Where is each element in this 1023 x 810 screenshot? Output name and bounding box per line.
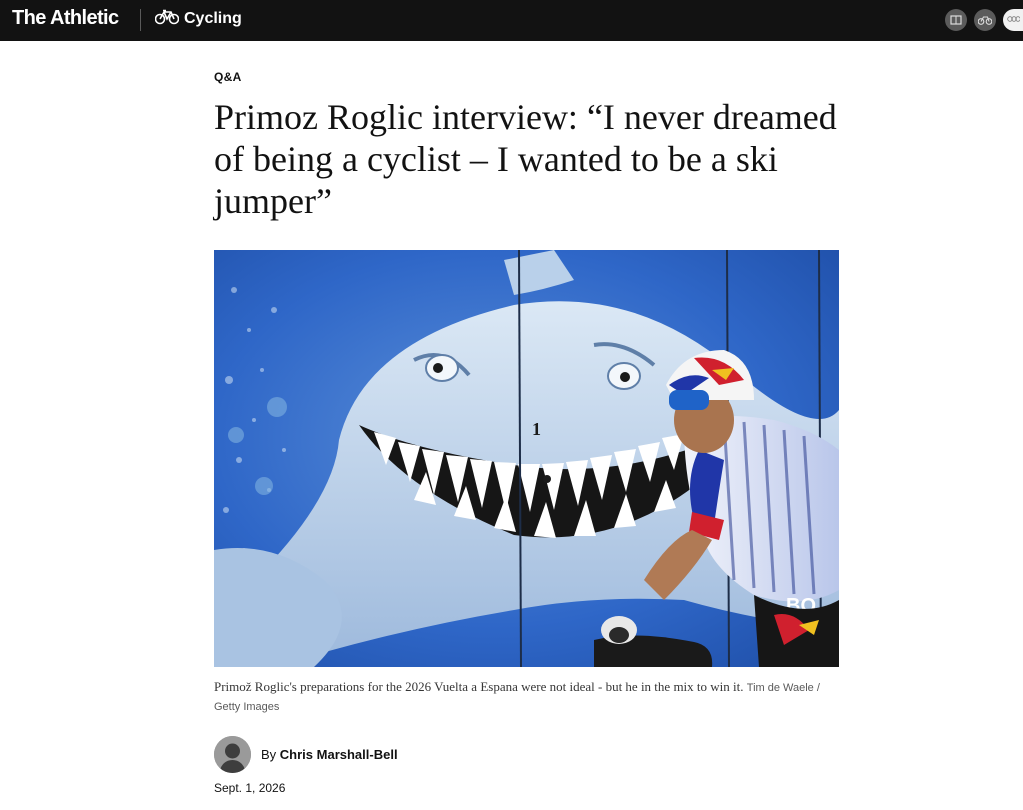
section-label: Cycling xyxy=(184,10,242,27)
shark-mural-cyclist-photo: 1 BO xyxy=(214,250,839,667)
caption-text: Primož Roglic's preparations for the 202… xyxy=(214,679,744,694)
publish-date: Sept. 1, 2026 xyxy=(214,781,286,795)
article-headline: Primoz Roglic interview: “I never dreame… xyxy=(214,97,837,221)
scoreboard-icon[interactable] xyxy=(945,9,967,31)
byline: By Chris Marshall-Bell xyxy=(214,736,398,773)
hero-image: 1 BO xyxy=(214,250,839,667)
mural-number: 1 xyxy=(532,419,541,439)
section-link-cycling[interactable]: Cycling xyxy=(154,9,242,30)
top-icons-group xyxy=(945,9,1023,31)
byline-prefix: By xyxy=(261,747,277,762)
divider xyxy=(140,9,141,31)
author-avatar[interactable] xyxy=(214,736,251,773)
image-caption: Primož Roglic's preparations for the 202… xyxy=(214,678,844,716)
author-link[interactable]: Chris Marshall-Bell xyxy=(280,747,398,762)
bicycle-icon xyxy=(154,9,180,30)
top-navigation-bar: The Athletic Cycling xyxy=(0,0,1023,41)
article-kicker[interactable]: Q&A xyxy=(214,70,242,84)
byline-text: By Chris Marshall-Bell xyxy=(261,747,398,762)
olympics-icon[interactable] xyxy=(1003,9,1023,31)
site-logo[interactable]: The Athletic xyxy=(12,7,119,30)
bicycle-icon[interactable] xyxy=(974,9,996,31)
